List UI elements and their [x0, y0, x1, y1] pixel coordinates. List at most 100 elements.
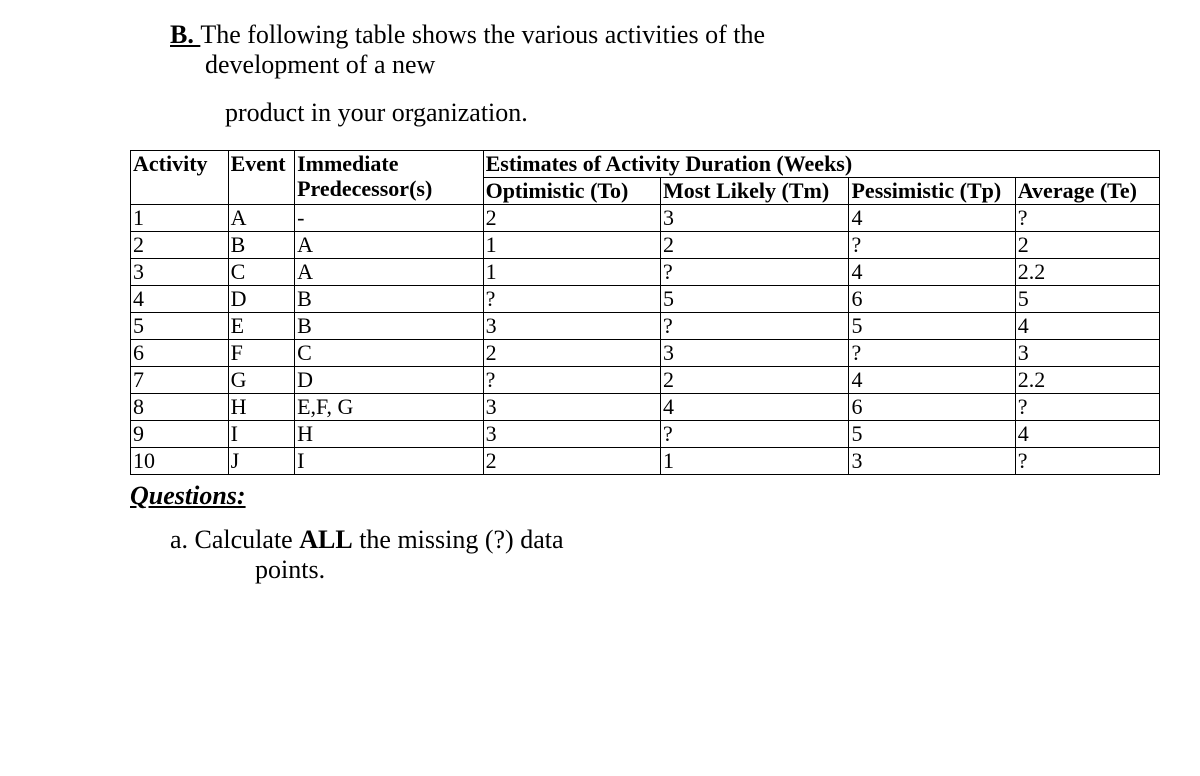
table-row: 2BA12?2 [131, 232, 1160, 259]
cell-pred: B [295, 286, 484, 313]
cell-event: E [228, 313, 295, 340]
cell-event: D [228, 286, 295, 313]
cell-activity: 3 [131, 259, 229, 286]
cell-tp: 4 [849, 259, 1015, 286]
cell-to: 1 [483, 232, 660, 259]
cell-pred: D [295, 367, 484, 394]
table-row: 7GD?242.2 [131, 367, 1160, 394]
heading-line3: product in your organization. [225, 98, 1160, 128]
cell-te: 2 [1015, 232, 1159, 259]
question-a-suffix: the missing (?) data [353, 525, 564, 554]
cell-event: J [228, 448, 295, 475]
cell-tm: 2 [660, 232, 849, 259]
cell-tm: ? [660, 313, 849, 340]
cell-tm: 1 [660, 448, 849, 475]
table-row: 10JI213? [131, 448, 1160, 475]
cell-activity: 1 [131, 205, 229, 232]
cell-tm: ? [660, 259, 849, 286]
cell-tp: ? [849, 340, 1015, 367]
cell-event: C [228, 259, 295, 286]
cell-pred: I [295, 448, 484, 475]
table-row: 6FC23?3 [131, 340, 1160, 367]
table-row: 8HE,F, G346? [131, 394, 1160, 421]
cell-activity: 9 [131, 421, 229, 448]
cell-te: 4 [1015, 421, 1159, 448]
cell-tm: ? [660, 421, 849, 448]
cell-tp: 5 [849, 421, 1015, 448]
cell-to: 2 [483, 205, 660, 232]
cell-event: F [228, 340, 295, 367]
cell-to: 3 [483, 394, 660, 421]
col-optimistic: Optimistic (To) [483, 178, 660, 205]
col-estimates: Estimates of Activity Duration (Weeks) [483, 151, 1159, 178]
cell-te: 2.2 [1015, 259, 1159, 286]
col-pessimistic: Pessimistic (Tp) [849, 178, 1015, 205]
cell-pred: A [295, 259, 484, 286]
table-row: 1A-234? [131, 205, 1160, 232]
question-a-bold: ALL [299, 525, 352, 554]
questions-heading: Questions: [130, 481, 1160, 511]
cell-activity: 10 [131, 448, 229, 475]
cell-to: 3 [483, 313, 660, 340]
cell-to: ? [483, 286, 660, 313]
question-a: a. Calculate ALL the missing (?) data po… [170, 525, 1160, 585]
cell-event: B [228, 232, 295, 259]
cell-activity: 5 [131, 313, 229, 340]
cell-pred: C [295, 340, 484, 367]
cell-te: ? [1015, 394, 1159, 421]
activity-table: Activity Event Immediate Predecessor(s) … [130, 150, 1160, 475]
cell-event: H [228, 394, 295, 421]
cell-pred: E,F, G [295, 394, 484, 421]
cell-activity: 6 [131, 340, 229, 367]
cell-tm: 3 [660, 205, 849, 232]
cell-to: ? [483, 367, 660, 394]
table-body: 1A-234?2BA12?23CA1?42.24DB?5655EB3?546FC… [131, 205, 1160, 475]
cell-tp: ? [849, 232, 1015, 259]
cell-te: 4 [1015, 313, 1159, 340]
cell-te: ? [1015, 205, 1159, 232]
table-row: 4DB?565 [131, 286, 1160, 313]
cell-tp: 3 [849, 448, 1015, 475]
table-row: 5EB3?54 [131, 313, 1160, 340]
question-a-line2: points. [255, 555, 1160, 585]
table-row: 9IH3?54 [131, 421, 1160, 448]
cell-tp: 4 [849, 205, 1015, 232]
heading-line1: The following table shows the various ac… [200, 20, 765, 49]
cell-activity: 4 [131, 286, 229, 313]
cell-to: 2 [483, 340, 660, 367]
cell-tm: 5 [660, 286, 849, 313]
cell-tp: 4 [849, 367, 1015, 394]
cell-activity: 8 [131, 394, 229, 421]
heading-line2: development of a new [205, 50, 1160, 80]
cell-pred: H [295, 421, 484, 448]
cell-event: G [228, 367, 295, 394]
cell-event: A [228, 205, 295, 232]
cell-pred: - [295, 205, 484, 232]
cell-activity: 7 [131, 367, 229, 394]
cell-to: 1 [483, 259, 660, 286]
cell-te: 2.2 [1015, 367, 1159, 394]
cell-pred: A [295, 232, 484, 259]
cell-tm: 2 [660, 367, 849, 394]
cell-te: 3 [1015, 340, 1159, 367]
cell-te: 5 [1015, 286, 1159, 313]
col-mostlikely: Most Likely (Tm) [660, 178, 849, 205]
cell-pred: B [295, 313, 484, 340]
col-event: Event [228, 151, 295, 205]
cell-tp: 6 [849, 394, 1015, 421]
question-a-prefix: a. Calculate [170, 525, 299, 554]
cell-te: ? [1015, 448, 1159, 475]
cell-activity: 2 [131, 232, 229, 259]
col-activity: Activity [131, 151, 229, 205]
problem-heading: B. The following table shows the various… [170, 20, 1160, 128]
cell-tp: 5 [849, 313, 1015, 340]
table-header-row-1: Activity Event Immediate Predecessor(s) … [131, 151, 1160, 178]
cell-tm: 4 [660, 394, 849, 421]
table-row: 3CA1?42.2 [131, 259, 1160, 286]
cell-to: 3 [483, 421, 660, 448]
heading-label: B. [170, 20, 200, 49]
col-predecessor: Immediate Predecessor(s) [295, 151, 484, 205]
cell-to: 2 [483, 448, 660, 475]
cell-tm: 3 [660, 340, 849, 367]
col-average: Average (Te) [1015, 178, 1159, 205]
